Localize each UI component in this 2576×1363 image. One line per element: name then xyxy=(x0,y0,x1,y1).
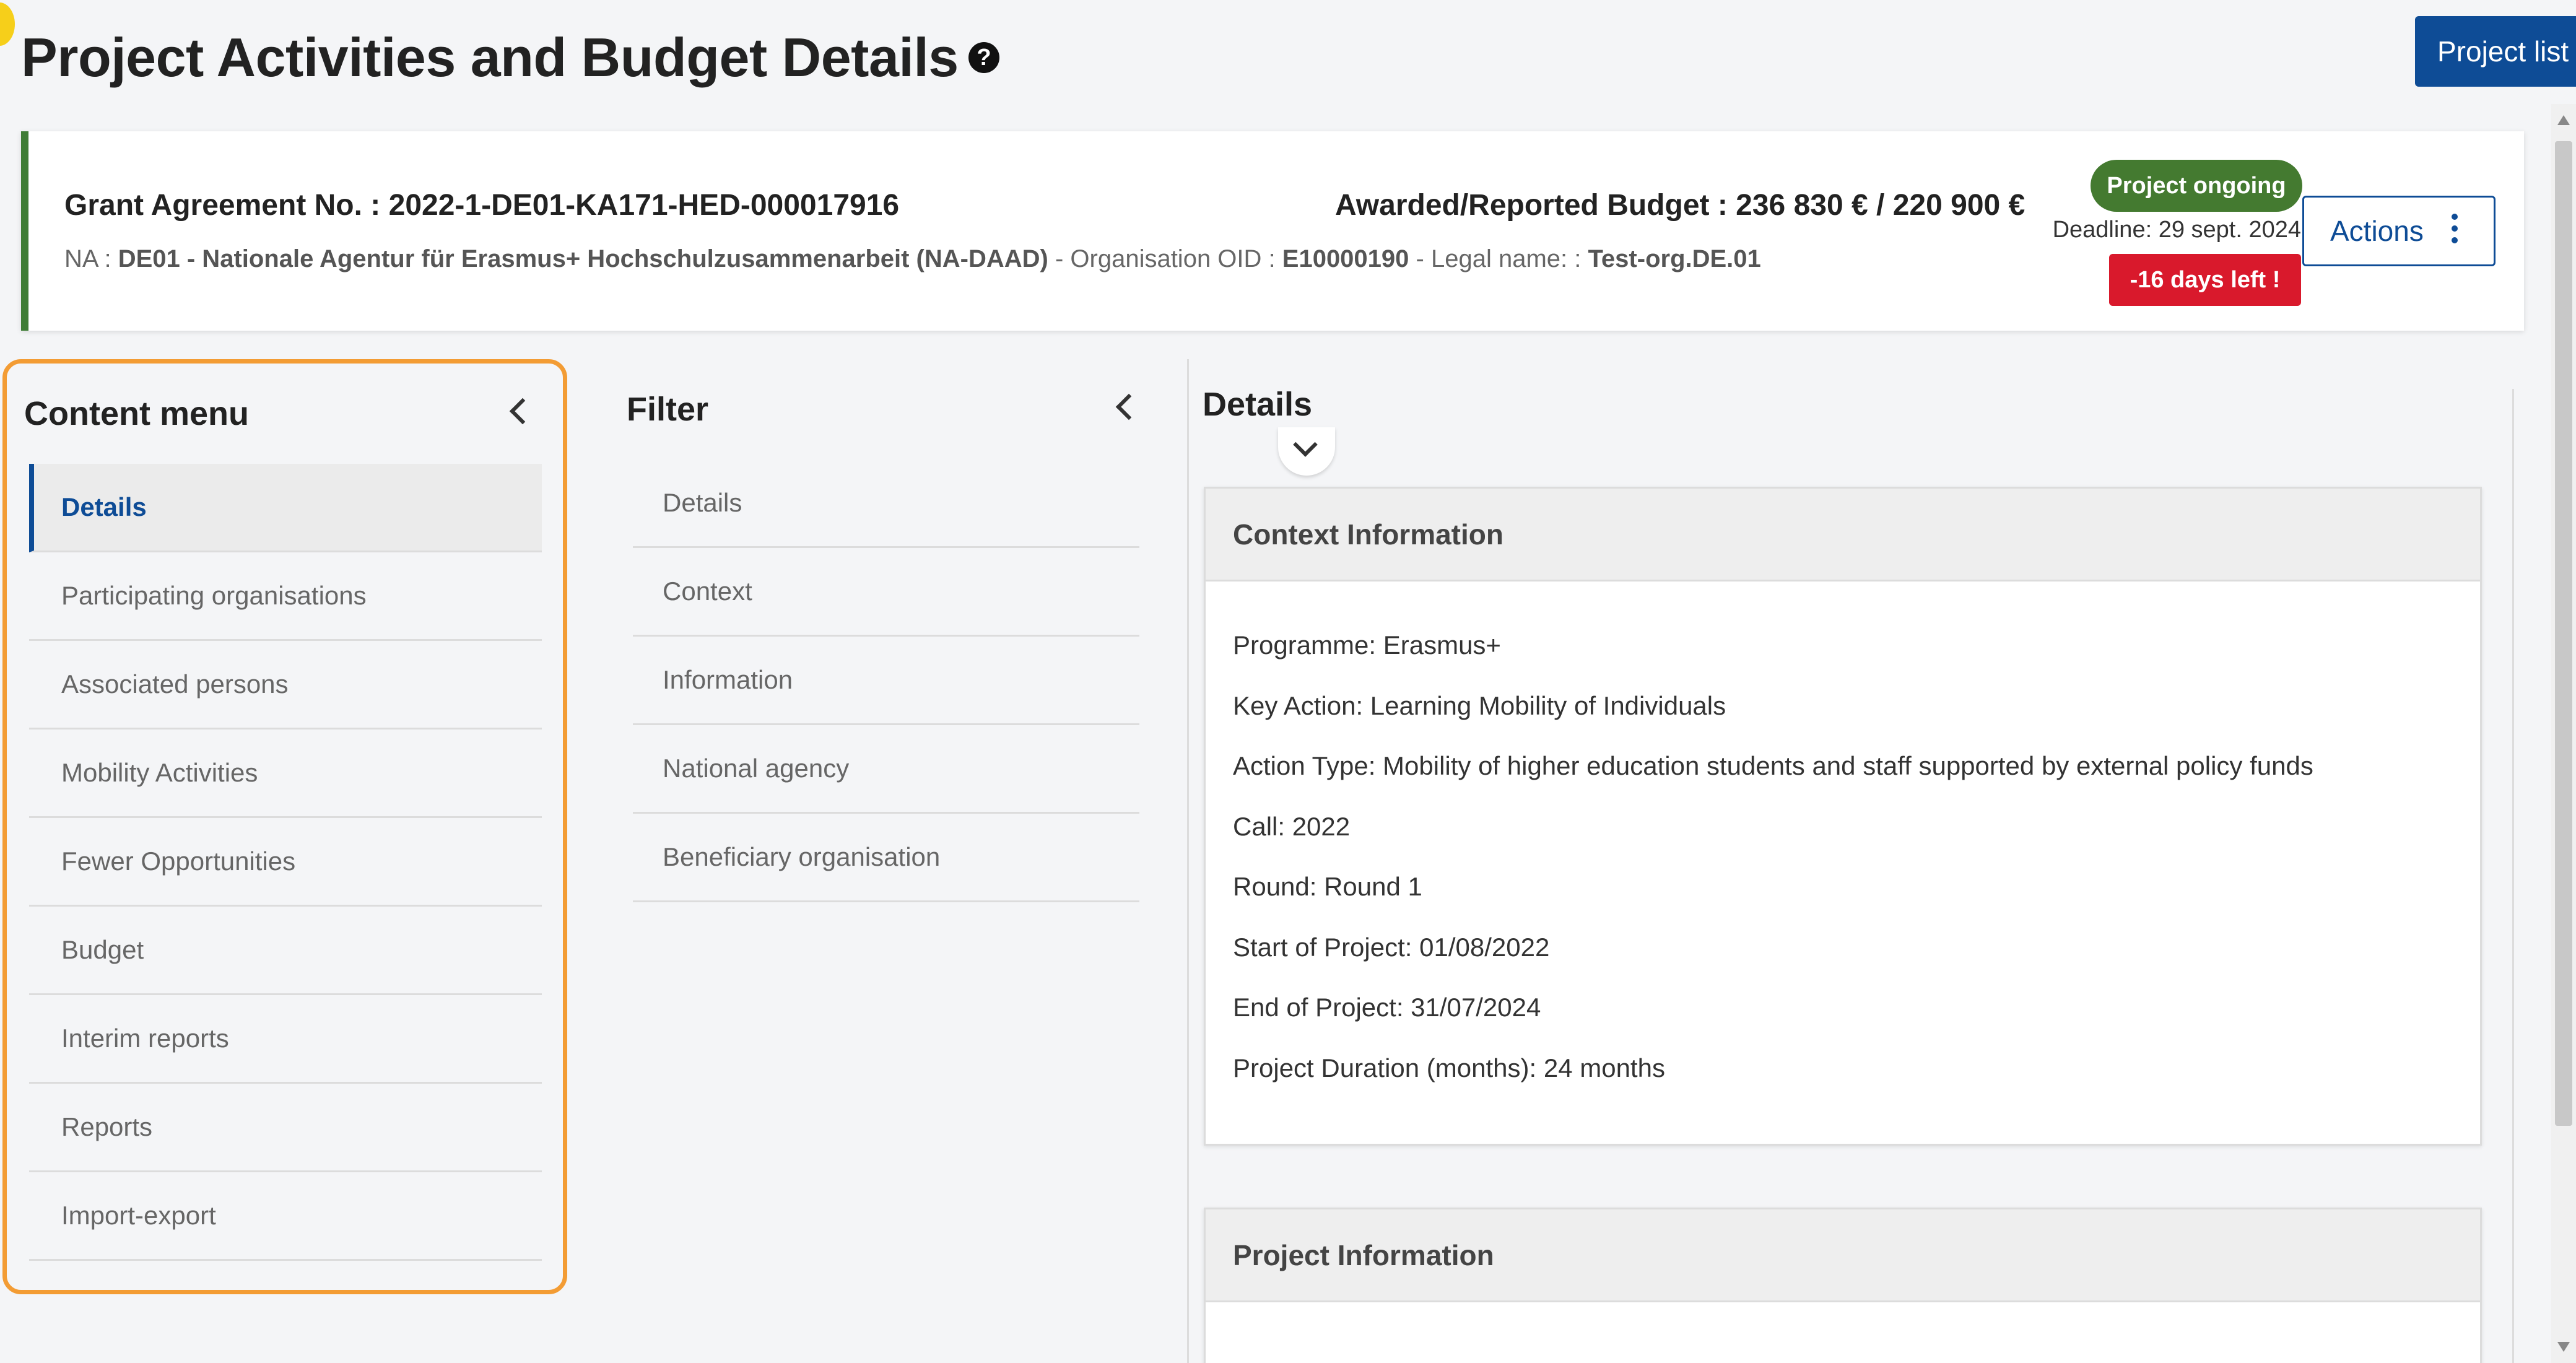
content-menu-list: Details Participating organisations Asso… xyxy=(29,464,542,1261)
scroll-down-icon[interactable] xyxy=(2557,1342,2570,1352)
oid-label: - Organisation OID : xyxy=(1048,245,1282,272)
page-scrollbar[interactable] xyxy=(2551,104,2576,1363)
collapse-content-menu-icon[interactable] xyxy=(509,398,536,425)
filter-item-national-agency[interactable]: National agency xyxy=(633,725,1139,814)
details-title: Details xyxy=(1203,386,1313,423)
project-duration-line: Project Duration (months): 24 months xyxy=(1233,1053,1665,1082)
menu-item-fewer-opportunities[interactable]: Fewer Opportunities xyxy=(29,818,542,907)
days-left-badge: -16 days left ! xyxy=(2109,254,2301,306)
menu-item-import-export[interactable]: Import-export xyxy=(29,1172,542,1261)
filter-item-context[interactable]: Context xyxy=(633,548,1139,637)
legal-name-value: Test-org.DE.01 xyxy=(1588,245,1761,272)
filter-item-beneficiary-organisation[interactable]: Beneficiary organisation xyxy=(633,814,1139,902)
menu-item-interim-reports[interactable]: Interim reports xyxy=(29,995,542,1084)
budget-summary: Awarded/Reported Budget : 236 830 € / 22… xyxy=(1335,189,2026,222)
oid-value: E10000190 xyxy=(1282,245,1409,272)
scroll-up-icon[interactable] xyxy=(2557,115,2570,125)
start-of-project-line: Start of Project: 01/08/2022 xyxy=(1233,932,1550,962)
na-label: NA : xyxy=(64,245,118,272)
filter-item-information[interactable]: Information xyxy=(633,637,1139,725)
content-menu-title: Content menu xyxy=(24,395,249,432)
deadline-text: Deadline: 29 sept. 2024 xyxy=(2052,217,2301,243)
end-of-project-line: End of Project: 31/07/2024 xyxy=(1233,993,1541,1022)
menu-item-details[interactable]: Details xyxy=(29,464,542,552)
na-value: DE01 - Nationale Agentur für Erasmus+ Ho… xyxy=(118,245,1048,272)
filter-item-details[interactable]: Details xyxy=(633,459,1139,548)
grant-summary-card: Grant Agreement No. : 2022-1-DE01-KA171-… xyxy=(21,131,2524,476)
action-type-line: Action Type: Mobility of higher educatio… xyxy=(1233,751,2313,780)
details-section: Details Context Information Programme: E… xyxy=(1201,359,2514,1363)
menu-item-budget[interactable]: Budget xyxy=(29,907,542,995)
help-icon[interactable]: ? xyxy=(968,42,999,73)
grant-meta-line: NA : DE01 - Nationale Agentur für Erasmu… xyxy=(64,245,1761,273)
menu-item-participating-organisations[interactable]: Participating organisations xyxy=(29,552,542,641)
kebab-menu-icon xyxy=(2452,214,2459,245)
menu-item-associated-persons[interactable]: Associated persons xyxy=(29,641,542,729)
status-badge: Project ongoing xyxy=(2091,160,2302,212)
project-information-header: Project Information xyxy=(1206,1209,2480,1302)
round-line: Round: Round 1 xyxy=(1233,872,1422,901)
call-line: Call: 2022 xyxy=(1233,811,1351,841)
corner-indicator xyxy=(0,2,15,46)
details-right-divider xyxy=(2512,389,2514,1363)
key-action-line: Key Action: Learning Mobility of Individ… xyxy=(1233,690,1726,720)
programme-line: Programme: Erasmus+ xyxy=(1233,630,1501,660)
scrollbar-thumb[interactable] xyxy=(2555,141,2572,1126)
context-information-body: Programme: Erasmus+ Key Action: Learning… xyxy=(1206,581,2480,1113)
collapse-filter-icon[interactable] xyxy=(1115,393,1142,420)
context-information-card: Context Information Programme: Erasmus+ … xyxy=(1204,487,2482,1146)
legal-name-label: - Legal name: : xyxy=(1409,245,1588,272)
filter-list: Details Context Information National age… xyxy=(633,459,1139,902)
filter-title: Filter xyxy=(627,391,709,428)
actions-button[interactable]: Actions xyxy=(2302,196,2496,266)
page-title: Project Activities and Budget Details ? xyxy=(21,26,999,89)
menu-item-reports[interactable]: Reports xyxy=(29,1084,542,1172)
context-information-header: Context Information xyxy=(1206,489,2480,581)
content-menu-panel: Content menu Details Participating organ… xyxy=(2,359,567,1294)
filter-panel: Filter Details Context Information Natio… xyxy=(570,359,1189,1363)
project-list-button[interactable]: Project list xyxy=(2415,16,2576,87)
grant-agreement-number: Grant Agreement No. : 2022-1-DE01-KA171-… xyxy=(64,189,900,222)
actions-button-label: Actions xyxy=(2330,215,2424,247)
menu-item-mobility-activities[interactable]: Mobility Activities xyxy=(29,729,542,818)
project-information-card: Project Information xyxy=(1204,1208,2482,1363)
page-title-text: Project Activities and Budget Details xyxy=(21,27,959,88)
